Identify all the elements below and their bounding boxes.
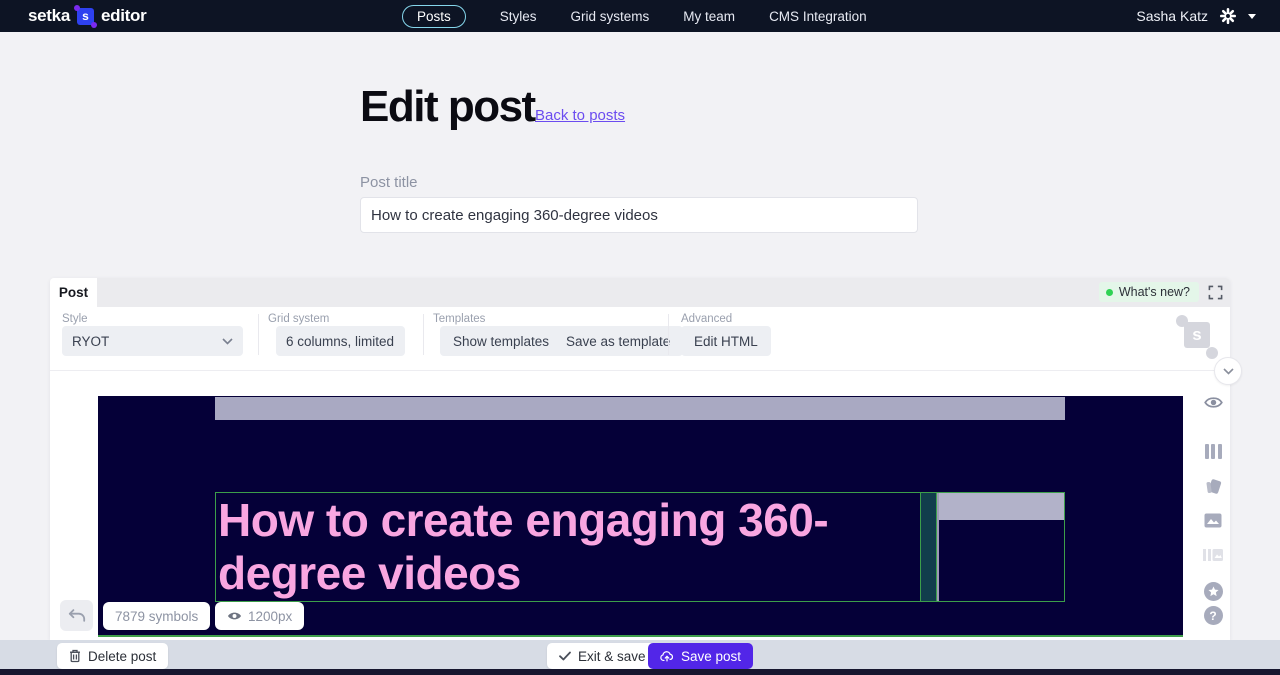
headline-right-column[interactable] [937, 493, 1064, 601]
top-navbar: setka s editor Posts Styles Grid systems… [0, 0, 1280, 32]
undo-button[interactable] [60, 600, 93, 631]
grid-columns-icon[interactable] [1196, 444, 1230, 459]
layout-image-icon[interactable] [1196, 548, 1230, 562]
trash-icon [69, 649, 81, 663]
show-templates-button[interactable]: Show templates [440, 326, 562, 356]
grid-section-label: Grid system [268, 313, 329, 325]
chevron-down-icon[interactable] [1248, 14, 1256, 19]
templates-section-label: Templates [433, 313, 485, 325]
main-nav: Posts Styles Grid systems My team CMS In… [402, 0, 867, 32]
tab-post[interactable]: Post [50, 278, 97, 307]
style-swatches-icon[interactable] [1196, 478, 1230, 496]
post-title-label: Post title [360, 174, 418, 191]
edit-html-button[interactable]: Edit HTML [681, 326, 771, 356]
logo-dot-icon [74, 5, 80, 11]
post-editor-panel: Post What's new? Style RYOT Grid system [50, 278, 1230, 640]
setka-watermark-icon: s [1178, 318, 1216, 356]
chevron-down-icon [1223, 368, 1234, 375]
post-title-input[interactable] [360, 197, 918, 233]
grid-system-dropdown[interactable]: 6 columns, limited [276, 326, 405, 356]
user-name: Sasha Katz [1136, 8, 1208, 24]
logo-text-setka: setka [28, 6, 70, 26]
selected-headline-block[interactable]: How to create engaging 360-degree videos [215, 492, 1065, 602]
viewport-width-badge[interactable]: 1200px [215, 602, 304, 630]
editor-canvas[interactable]: How to create engaging 360-degree videos [98, 396, 1183, 637]
advanced-section-label: Advanced [681, 313, 732, 325]
user-menu[interactable]: Sasha Katz [1136, 0, 1256, 32]
nav-item-cms-integration[interactable]: CMS Integration [769, 9, 867, 24]
nav-item-styles[interactable]: Styles [500, 9, 537, 24]
nav-item-my-team[interactable]: My team [683, 9, 735, 24]
panel-tab-bar: Post What's new? [50, 278, 1230, 307]
next-block-selection-edge [98, 635, 1183, 637]
right-column-placeholder[interactable] [939, 493, 1064, 520]
setka-logo[interactable]: setka s editor [28, 0, 146, 32]
nav-item-grid-systems[interactable]: Grid systems [571, 9, 650, 24]
symbols-count-badge: 7879 symbols [103, 602, 210, 630]
toolbar-divider [668, 314, 669, 355]
nav-item-posts[interactable]: Posts [402, 5, 466, 28]
setka-editor-app: setka s editor Posts Styles Grid systems… [0, 0, 1280, 675]
help-icon[interactable]: ? [1196, 606, 1230, 625]
check-icon [559, 651, 571, 661]
image-icon[interactable] [1196, 513, 1230, 528]
save-post-button[interactable]: Save post [648, 643, 753, 669]
notification-dot-icon [1106, 289, 1113, 296]
toolbar-divider [423, 314, 424, 355]
delete-post-button[interactable]: Delete post [57, 643, 168, 669]
preview-eye-icon[interactable] [1196, 396, 1230, 409]
fullscreen-icon[interactable] [1208, 285, 1223, 300]
exit-and-save-button[interactable]: Exit & save [547, 643, 658, 669]
column-gutter [920, 493, 937, 601]
whats-new-button[interactable]: What's new? [1099, 282, 1199, 302]
toolbar-divider [258, 314, 259, 355]
save-as-template-button[interactable]: Save as template [553, 326, 683, 356]
post-headline-text[interactable]: How to create engaging 360-degree videos [218, 494, 924, 600]
page-bottom-strip [0, 669, 1280, 675]
canvas-placeholder-bar[interactable] [215, 397, 1065, 420]
logo-dot-icon [91, 22, 97, 28]
style-section-label: Style [62, 313, 88, 325]
style-dropdown[interactable]: RYOT [62, 326, 243, 356]
collapse-toolbar-button[interactable] [1214, 357, 1242, 385]
toolbar-separator [50, 370, 1230, 371]
chevron-down-icon [222, 338, 233, 345]
setka-s-icon: s [77, 8, 94, 25]
back-to-posts-link[interactable]: Back to posts [535, 107, 625, 124]
star-icon[interactable] [1196, 582, 1230, 601]
logo-text-editor: editor [101, 6, 146, 26]
page-title: Edit post [360, 82, 535, 132]
gear-icon[interactable] [1219, 7, 1237, 25]
undo-icon [68, 609, 86, 622]
eye-icon [227, 611, 242, 621]
cloud-upload-icon [660, 651, 674, 662]
